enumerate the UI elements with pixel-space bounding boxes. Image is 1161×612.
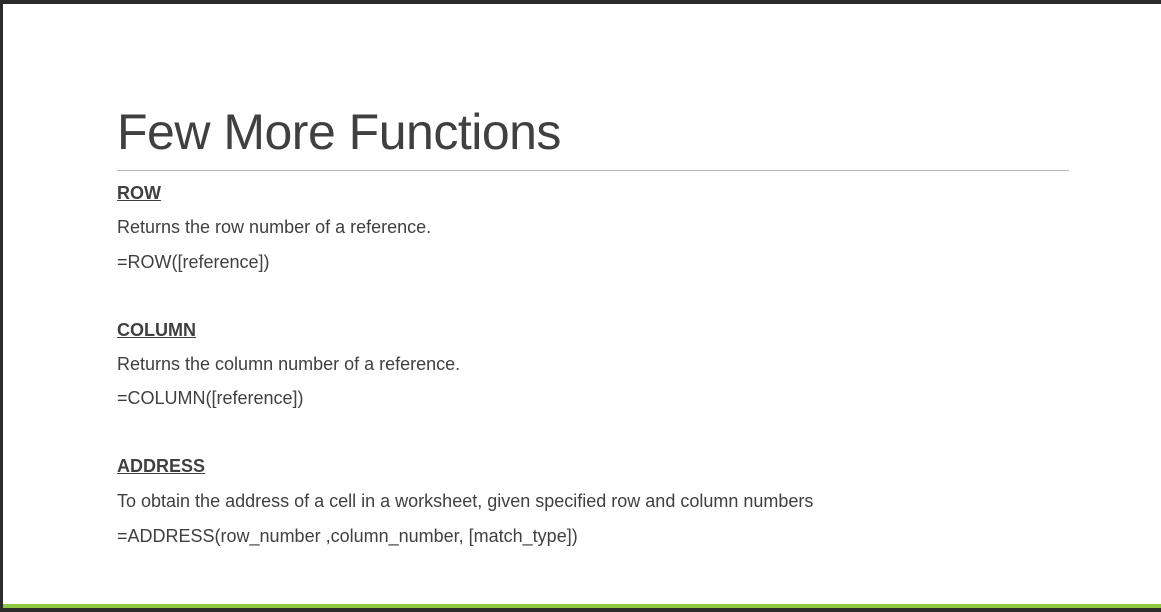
section-description-row: Returns the row number of a reference. <box>117 217 432 237</box>
section-description-address: To obtain the address of a cell in a wor… <box>117 491 814 511</box>
title-divider <box>117 170 1069 171</box>
section-syntax-address: =ADDRESS(row_number ,column_number, [mat… <box>117 526 578 546</box>
section-syntax-row: =ROW([reference]) <box>117 252 270 272</box>
section-heading-column: COLUMN <box>117 320 196 340</box>
bottom-accent-bar <box>3 604 1161 608</box>
section-syntax-column: =COLUMN([reference]) <box>117 388 304 408</box>
slide-title: Few More Functions <box>117 104 561 160</box>
slide: Few More Functions ROW Returns the row n… <box>3 4 1161 608</box>
section-description-column: Returns the column number of a reference… <box>117 354 461 374</box>
section-heading-row: ROW <box>117 183 161 203</box>
section-heading-address: ADDRESS <box>117 456 206 476</box>
